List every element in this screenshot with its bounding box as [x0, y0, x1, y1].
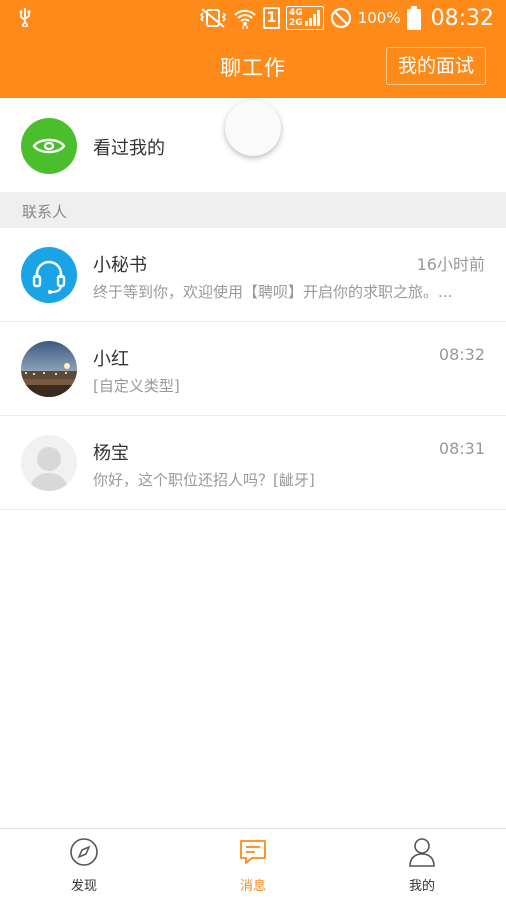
contact-last-message: 终于等到你，欢迎使用【聘呗】开启你的求职之旅。...: [93, 283, 453, 301]
night-city-photo: [21, 341, 77, 397]
my-interviews-button[interactable]: 我的面试: [386, 47, 486, 85]
contact-row-xiaohong[interactable]: 小红 08:32 [自定义类型]: [0, 322, 506, 416]
network-2g-label: 2G: [289, 18, 303, 28]
tab-label: 消息: [239, 879, 266, 894]
tab-discover[interactable]: 发现: [0, 829, 168, 901]
person-icon: [407, 837, 437, 867]
tab-messages[interactable]: 消息: [169, 829, 337, 901]
contacts-section-header: 联系人: [0, 192, 506, 228]
sim-icon: 1: [263, 7, 281, 29]
bottom-tab-bar: 发现 消息 我的: [0, 828, 506, 901]
floating-button[interactable]: [225, 100, 281, 156]
signal-icon: 4G 2G: [286, 6, 324, 30]
status-bar: 1 4G 2G 100% 08:32: [0, 0, 506, 36]
default-user-avatar: [21, 435, 77, 491]
chat-icon: [238, 837, 268, 867]
do-not-disturb-icon: [330, 7, 352, 29]
viewed-me-label: 看过我的: [93, 138, 165, 159]
contact-name: 小秘书: [93, 255, 147, 276]
compass-icon: [69, 837, 99, 867]
tab-label: 我的: [408, 879, 435, 894]
tab-label: 发现: [70, 879, 97, 894]
headset-icon: [21, 247, 77, 303]
contact-time: 16小时前: [416, 255, 485, 274]
contact-last-message: 你好，这个职位还招人吗？[龇牙]: [93, 471, 315, 489]
tab-me[interactable]: 我的: [338, 829, 506, 901]
battery-percent: 100%: [357, 9, 401, 27]
usb-icon: [18, 7, 32, 32]
network-4g-label: 4G: [289, 8, 303, 18]
contact-time: 08:32: [438, 345, 485, 364]
eye-icon: [21, 118, 77, 174]
wifi-icon: [233, 7, 257, 29]
contacts-list: 小秘书 16小时前 终于等到你，欢迎使用【聘呗】开启你的求职之旅。... 小红 …: [0, 228, 506, 510]
contact-row-secretary[interactable]: 小秘书 16小时前 终于等到你，欢迎使用【聘呗】开启你的求职之旅。...: [0, 228, 506, 322]
vibrate-icon: [199, 7, 227, 29]
contact-row-yangbao[interactable]: 杨宝 08:31 你好，这个职位还招人吗？[龇牙]: [0, 416, 506, 510]
contact-last-message: [自定义类型]: [93, 377, 180, 395]
clock: 08:32: [430, 5, 494, 31]
app-header: 1 4G 2G 100% 08:32 聊工作 我的面试: [0, 0, 506, 98]
contact-time: 08:31: [438, 439, 485, 458]
contact-name: 杨宝: [93, 443, 129, 464]
battery-icon: [406, 6, 421, 30]
contact-name: 小红: [93, 349, 129, 370]
contacts-section-title: 联系人: [22, 203, 68, 221]
